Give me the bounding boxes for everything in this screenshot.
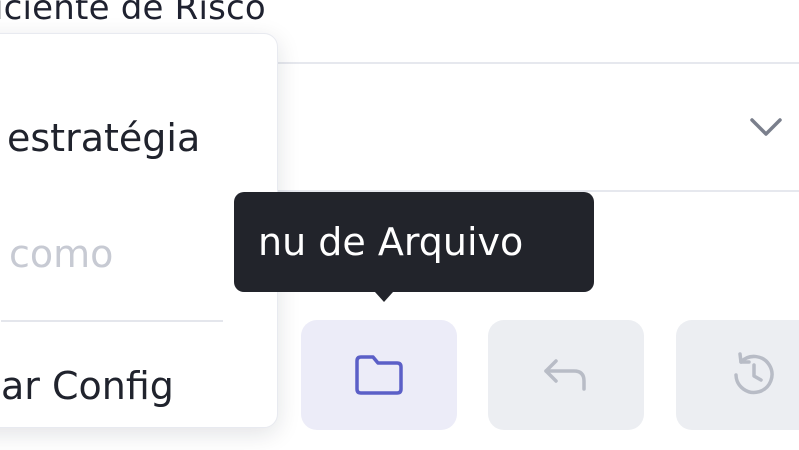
chevron-down-icon[interactable] [746,110,786,146]
tooltip-arrow [375,292,393,302]
folder-icon [355,355,403,395]
menu-divider [1,320,223,322]
undo-button[interactable] [488,320,644,430]
menu-item-save-as: como [9,232,114,276]
file-menu-button[interactable] [301,320,457,430]
history-button[interactable] [676,320,799,430]
file-menu-tooltip: nu de Arquivo [234,192,594,302]
section-label: iciente de Risco [0,0,266,28]
history-icon [734,352,774,395]
risk-coefficient-panel: iciente de Risco estratégia como ar Conf… [0,0,799,450]
menu-item-config[interactable]: ar Config [1,364,174,408]
strategy-select[interactable] [255,62,799,192]
tooltip-text: nu de Arquivo [258,220,524,264]
undo-icon [544,359,586,391]
menu-item-strategy[interactable]: estratégia [7,116,200,160]
